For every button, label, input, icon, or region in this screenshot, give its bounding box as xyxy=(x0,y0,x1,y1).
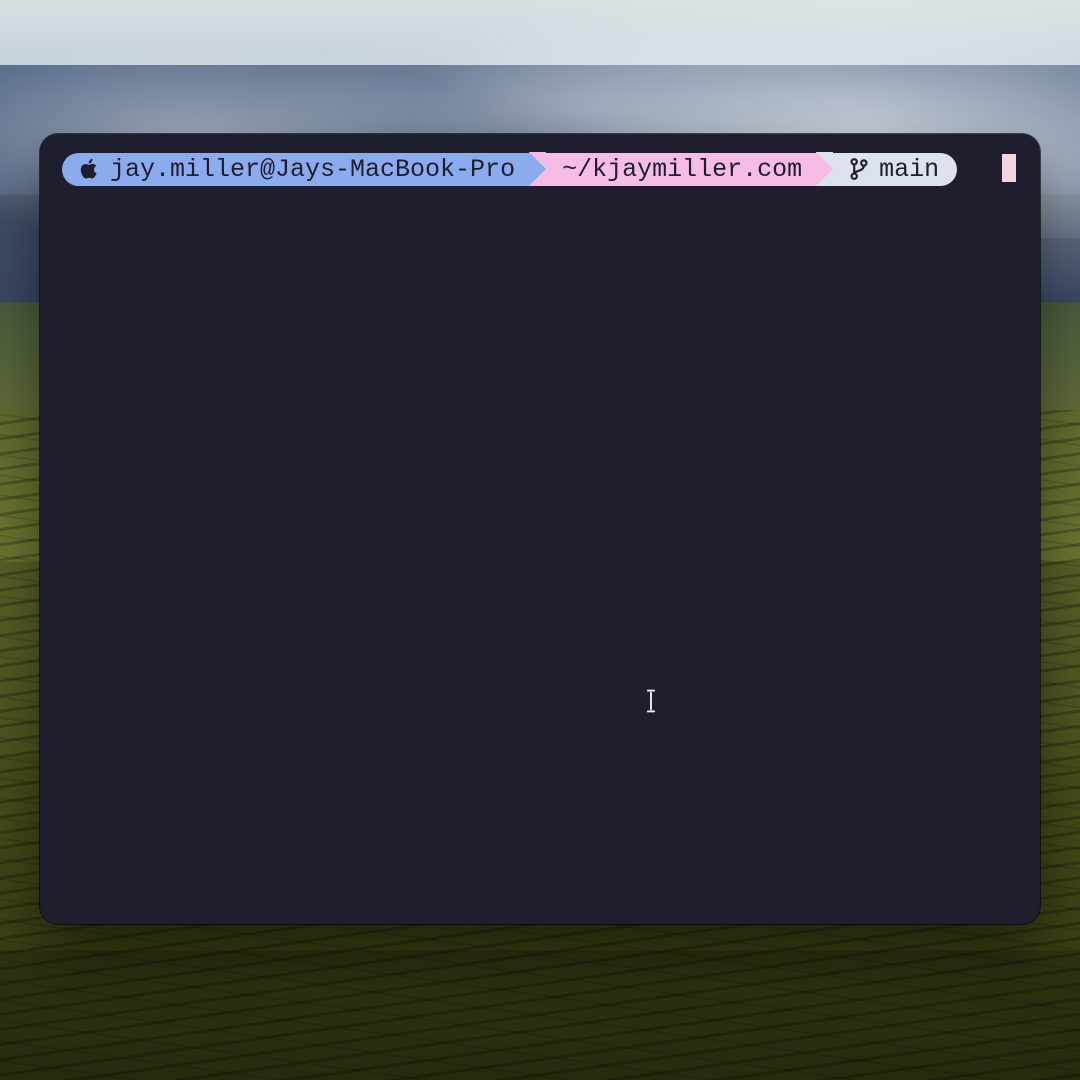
terminal-window[interactable]: jay.miller@Jays-MacBook-Pro ~/kjaymiller… xyxy=(40,134,1040,924)
terminal-output-area[interactable] xyxy=(62,194,1018,902)
prompt-user-host-text: jay.miller@Jays-MacBook-Pro xyxy=(110,157,515,182)
terminal-cursor xyxy=(1002,154,1016,182)
prompt-segment-user-host: jay.miller@Jays-MacBook-Pro xyxy=(62,153,529,186)
prompt-segment-git-branch: main xyxy=(833,153,957,186)
prompt-branch-text: main xyxy=(879,157,939,182)
prompt-separator-2 xyxy=(816,152,833,186)
shell-prompt: jay.miller@Jays-MacBook-Pro ~/kjaymiller… xyxy=(62,152,1018,186)
prompt-segment-path: ~/kjaymiller.com xyxy=(546,153,816,186)
prompt-path-text: ~/kjaymiller.com xyxy=(562,157,802,182)
prompt-separator-1 xyxy=(529,152,546,186)
git-branch-icon xyxy=(849,157,869,181)
apple-icon xyxy=(78,158,100,180)
